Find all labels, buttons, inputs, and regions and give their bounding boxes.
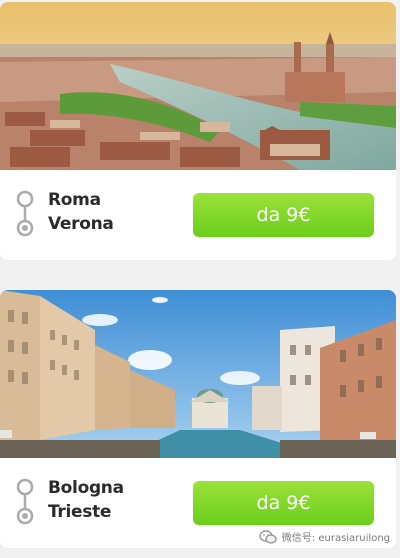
offer-card-roma-verona[interactable]: Roma Verona da 9€ bbox=[0, 2, 396, 260]
route-line-icon bbox=[16, 190, 34, 237]
wechat-icon bbox=[259, 529, 277, 544]
origin-city: Bologna bbox=[48, 478, 124, 498]
route-line-icon bbox=[16, 478, 34, 525]
destination-city: Trieste bbox=[48, 502, 112, 522]
origin-city: Roma bbox=[48, 190, 101, 210]
price-button[interactable]: da 9€ bbox=[193, 193, 374, 237]
wechat-watermark: 微信号: eurasiaruilong bbox=[259, 529, 390, 544]
price-button[interactable]: da 9€ bbox=[193, 481, 374, 525]
route-info: Bologna Trieste bbox=[14, 476, 174, 532]
offer-card-bologna-trieste[interactable]: Bologna Trieste da 9€ bbox=[0, 290, 396, 548]
destination-city: Verona bbox=[48, 214, 114, 234]
watermark-text: 微信号: eurasiaruilong bbox=[281, 533, 390, 544]
verona-cityscape-photo bbox=[0, 2, 396, 170]
route-info: Roma Verona bbox=[14, 188, 174, 244]
trieste-canal-photo bbox=[0, 290, 396, 458]
